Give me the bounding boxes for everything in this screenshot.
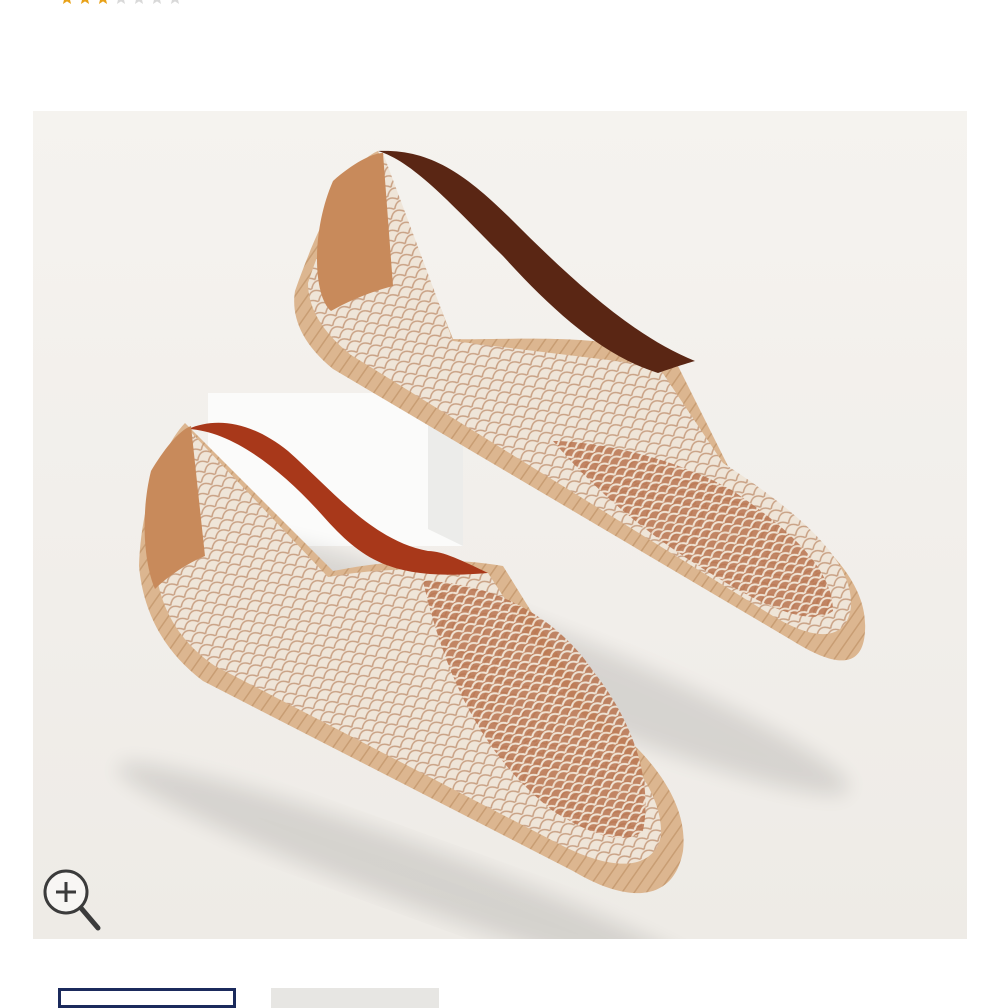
espadrille-shoes-photo bbox=[117, 150, 866, 939]
star-icon bbox=[134, 0, 144, 4]
star-icon bbox=[170, 0, 180, 4]
star-icon bbox=[80, 0, 90, 4]
thumbnail-selected[interactable] bbox=[58, 988, 236, 1008]
star-icon bbox=[62, 0, 72, 4]
zoom-in-button[interactable] bbox=[38, 862, 104, 934]
thumbnail-strip bbox=[0, 988, 1000, 1008]
zoom-in-icon bbox=[43, 869, 101, 931]
star-icon bbox=[152, 0, 162, 4]
star-icon bbox=[116, 0, 126, 4]
thumbnail[interactable] bbox=[271, 988, 439, 1008]
star-icon bbox=[98, 0, 108, 4]
product-image[interactable] bbox=[33, 111, 967, 939]
rating-stars bbox=[60, 0, 182, 6]
